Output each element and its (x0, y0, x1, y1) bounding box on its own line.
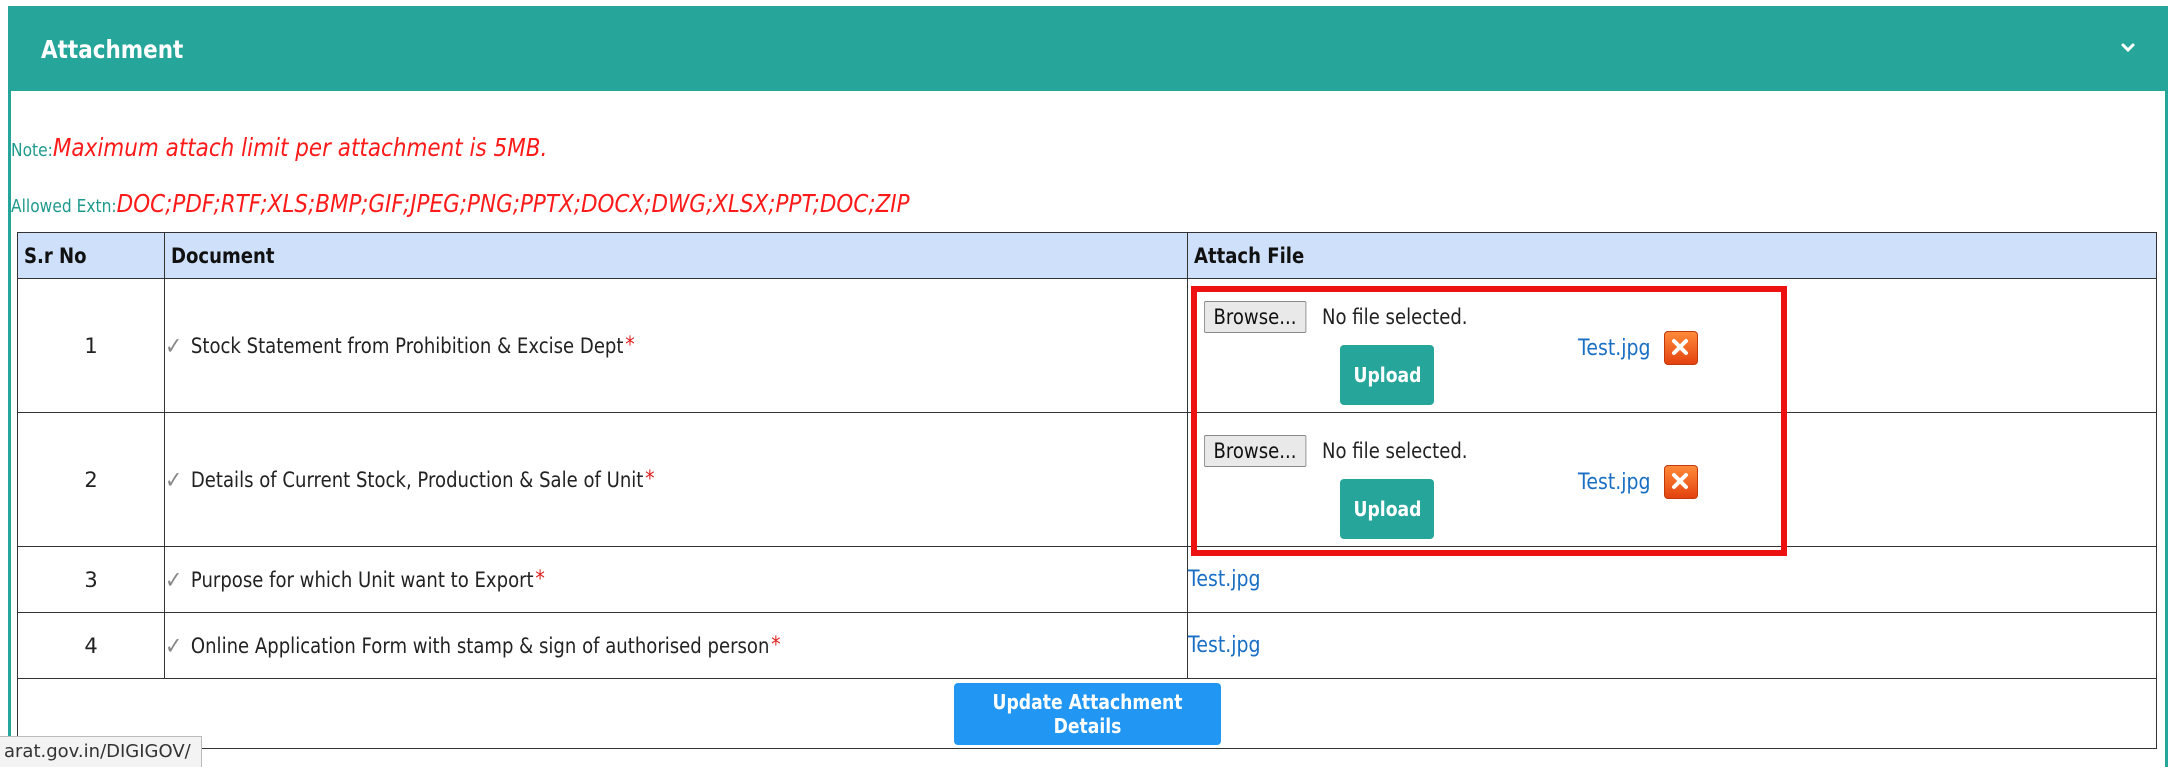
attached-file-link[interactable]: Test.jpg (1578, 470, 1651, 495)
attachment-table: S.r No Document Attach File 1 ✓ Stock Sta… (17, 232, 2157, 749)
checkmark-icon: ✓ (165, 465, 183, 494)
file-status: No file selected. (1321, 305, 1468, 329)
row-attach-file: Test.jpg (1187, 546, 2157, 613)
required-marker: * (625, 333, 635, 358)
header-attach-file: Attach File (1187, 232, 2157, 279)
document-name: Online Application Form with stamp & sig… (190, 633, 770, 658)
extn-text: DOC;PDF;RTF;XLS;BMP;GIF;JPEG;PNG;PPTX;DO… (116, 189, 910, 218)
panel-header[interactable]: Attachment (11, 9, 2165, 91)
browse-button[interactable]: Browse... (1204, 435, 1306, 467)
note-text: Maximum attach limit per attachment is 5… (52, 133, 548, 162)
note-label: Note: (11, 140, 53, 161)
table-header-row: S.r No Document Attach File (17, 232, 2157, 279)
document-name: Details of Current Stock, Production & S… (190, 467, 644, 492)
allowed-extensions-note: Allowed Extn:DOC;PDF;RTF;XLS;BMP;GIF;JPE… (11, 189, 1056, 218)
table-row: 1 ✓ Stock Statement from Prohibition & Ex… (17, 278, 2157, 413)
update-attachment-details-button[interactable]: Update Attachment Details (953, 682, 1221, 745)
row-sr-no: 3 (17, 546, 165, 613)
row-document: ✓ Online Application Form with stamp & si… (164, 612, 1188, 679)
header-document: Document (164, 232, 1188, 279)
upload-button[interactable]: Upload (1340, 345, 1434, 405)
row-attach-file: Browse... No file selected. Upload Test.… (1187, 412, 2157, 547)
checkmark-icon: ✓ (165, 631, 183, 660)
delete-icon[interactable] (1664, 465, 1699, 499)
document-name: Stock Statement from Prohibition & Excis… (190, 333, 624, 358)
table-row: 2 ✓ Details of Current Stock, Production … (17, 412, 2157, 547)
extn-label: Allowed Extn: (11, 196, 117, 217)
row-sr-no: 2 (17, 412, 165, 547)
row-document: ✓ Details of Current Stock, Production & … (164, 412, 1188, 547)
checkmark-icon: ✓ (165, 565, 183, 594)
footer-cell: Update Attachment Details (17, 678, 2157, 749)
size-limit-note: Note:Maximum attach limit per attachment… (11, 133, 635, 162)
attached-file-link[interactable]: Test.jpg (1578, 336, 1651, 361)
row-document: ✓ Stock Statement from Prohibition & Exci… (164, 278, 1188, 413)
required-marker: * (535, 567, 545, 592)
table-row: 3 ✓ Purpose for which Unit want to Export… (17, 546, 2157, 613)
row-sr-no: 4 (17, 612, 165, 679)
table-footer-row: Update Attachment Details (17, 678, 2157, 749)
header-sr-no: S.r No (17, 232, 165, 279)
table-row: 4 ✓ Online Application Form with stamp & … (17, 612, 2157, 679)
attached-file-link[interactable]: Test.jpg (1188, 567, 1261, 592)
panel-title: Attachment (41, 35, 184, 64)
required-marker: * (645, 467, 655, 492)
upload-button[interactable]: Upload (1340, 479, 1434, 539)
row-attach-file: Test.jpg (1187, 612, 2157, 679)
attached-file-link[interactable]: Test.jpg (1188, 633, 1261, 658)
required-marker: * (771, 633, 781, 658)
row-attach-file: Browse... No file selected. Upload Test.… (1187, 278, 2157, 413)
document-name: Purpose for which Unit want to Export (190, 567, 534, 592)
row-document: ✓ Purpose for which Unit want to Export * (164, 546, 1188, 613)
row-sr-no: 1 (17, 278, 165, 413)
delete-icon[interactable] (1664, 331, 1699, 365)
chevron-down-icon[interactable] (2115, 35, 2141, 61)
browse-button[interactable]: Browse... (1204, 301, 1306, 333)
status-bar-url: arat.gov.in/DIGIGOV/ (0, 736, 202, 767)
checkmark-icon: ✓ (165, 331, 183, 360)
file-status: No file selected. (1321, 439, 1468, 463)
